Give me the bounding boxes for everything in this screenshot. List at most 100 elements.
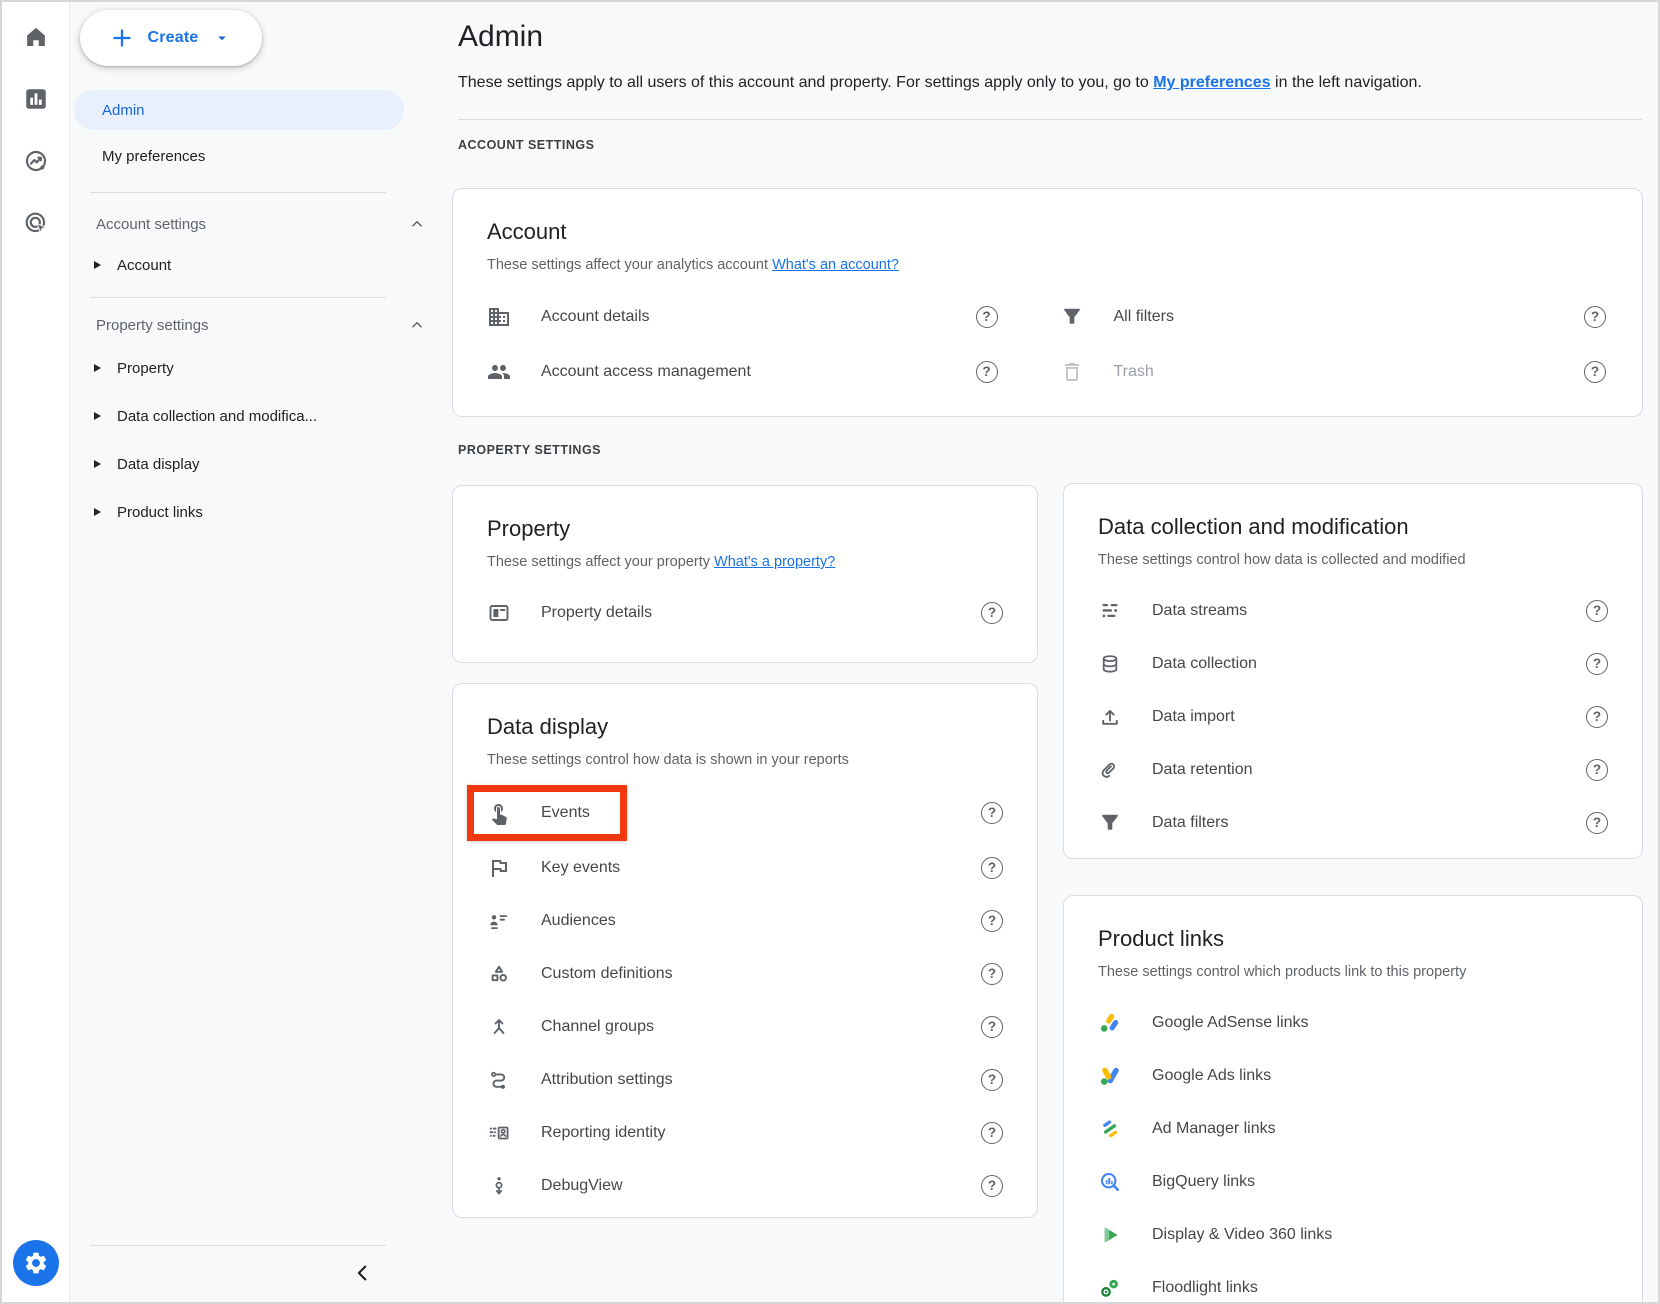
sidebar-item-data-collection[interactable]: Data collection and modifica...	[70, 392, 452, 440]
property-card-subtitle: These settings affect your property What…	[487, 554, 1003, 570]
advertising-icon[interactable]	[23, 210, 49, 236]
page-description-text: in the left navigation.	[1271, 74, 1422, 91]
events-row[interactable]: Events ?	[487, 784, 1003, 841]
bigquery-links-row[interactable]: BigQuery links	[1098, 1155, 1608, 1208]
data-collection-label: Data collection	[1152, 655, 1257, 673]
sidebar-item-my-preferences[interactable]: My preferences	[70, 136, 452, 176]
people-icon	[487, 360, 511, 384]
trash-row: Trash ?	[1060, 344, 1607, 399]
help-icon[interactable]: ?	[981, 1122, 1003, 1144]
help-icon[interactable]: ?	[981, 802, 1003, 824]
floodlight-links-row[interactable]: Floodlight links	[1098, 1261, 1608, 1304]
custom-definitions-row[interactable]: Custom definitions ?	[487, 947, 1003, 1000]
ad-manager-links-label: Ad Manager links	[1152, 1120, 1276, 1138]
help-icon[interactable]: ?	[981, 1069, 1003, 1091]
key-events-row[interactable]: Key events ?	[487, 841, 1003, 894]
product-links-card-subtitle: These settings control which products li…	[1098, 964, 1608, 980]
page-title: Admin	[458, 20, 543, 54]
chevron-down-icon	[213, 29, 231, 47]
sidebar-item-account-label: Account	[117, 257, 171, 274]
create-button[interactable]: Create	[80, 10, 262, 66]
help-icon[interactable]: ?	[1586, 653, 1608, 675]
sidebar-item-data-display[interactable]: Data display	[70, 440, 452, 488]
whats-an-account-link[interactable]: What's an account?	[772, 257, 899, 273]
help-icon[interactable]: ?	[1586, 600, 1608, 622]
audiences-row[interactable]: Audiences ?	[487, 894, 1003, 947]
debugview-row[interactable]: DebugView ?	[487, 1159, 1003, 1212]
chevron-up-icon	[408, 215, 426, 233]
audiences-label: Audiences	[541, 912, 616, 930]
page-description: These settings apply to all users of thi…	[458, 74, 1422, 92]
dv360-links-row[interactable]: Display & Video 360 links	[1098, 1208, 1608, 1261]
sidebar-item-account[interactable]: Account	[70, 243, 452, 287]
bigquery-icon	[1098, 1170, 1122, 1194]
shapes-icon	[487, 962, 511, 986]
account-details-row[interactable]: Account details ?	[487, 289, 998, 344]
left-rail	[2, 2, 70, 1302]
account-access-label: Account access management	[541, 363, 751, 381]
home-icon[interactable]	[23, 24, 49, 50]
admin-settings-gear-icon[interactable]	[13, 1240, 59, 1286]
ad-manager-icon	[1098, 1117, 1122, 1141]
explore-icon[interactable]	[23, 148, 49, 174]
building-icon	[487, 305, 511, 329]
data-filters-row[interactable]: Data filters ?	[1098, 796, 1608, 849]
page-description-text: These settings apply to all users of thi…	[458, 74, 1153, 91]
help-icon[interactable]: ?	[981, 1016, 1003, 1038]
attribution-settings-row[interactable]: Attribution settings ?	[487, 1053, 1003, 1106]
help-icon[interactable]: ?	[1584, 306, 1606, 328]
all-filters-row[interactable]: All filters ?	[1060, 289, 1607, 344]
help-icon[interactable]: ?	[1584, 361, 1606, 383]
data-import-row[interactable]: Data import ?	[1098, 690, 1608, 743]
data-collection-row[interactable]: Data collection ?	[1098, 637, 1608, 690]
bar-chart-icon[interactable]	[23, 86, 49, 112]
dv360-links-label: Display & Video 360 links	[1152, 1226, 1332, 1244]
events-label: Events	[541, 804, 590, 822]
sidebar-section-property-settings-label: Property settings	[96, 317, 209, 334]
help-icon[interactable]: ?	[981, 1175, 1003, 1197]
google-ads-icon	[1098, 1064, 1122, 1088]
data-collection-card-title: Data collection and modification	[1098, 514, 1608, 540]
data-streams-icon	[1098, 599, 1122, 623]
channel-groups-row[interactable]: Channel groups ?	[487, 1000, 1003, 1053]
audience-person-icon	[487, 909, 511, 933]
data-streams-row[interactable]: Data streams ?	[1098, 584, 1608, 637]
expand-triangle-icon	[94, 508, 101, 516]
whats-a-property-link[interactable]: What's a property?	[714, 554, 835, 570]
help-icon[interactable]: ?	[981, 857, 1003, 879]
help-icon[interactable]: ?	[976, 361, 998, 383]
data-display-card-subtitle: These settings control how data is shown…	[487, 752, 1003, 768]
product-links-card: Product links These settings control whi…	[1063, 895, 1643, 1304]
help-icon[interactable]: ?	[981, 963, 1003, 985]
help-icon[interactable]: ?	[981, 602, 1003, 624]
property-details-row[interactable]: Property details ?	[487, 586, 1003, 639]
sidebar-section-property-settings[interactable]: Property settings	[70, 306, 452, 344]
data-retention-row[interactable]: Data retention ?	[1098, 743, 1608, 796]
sidebar-divider	[90, 1245, 386, 1246]
data-filters-label: Data filters	[1152, 814, 1228, 832]
property-card-subtitle-text: These settings affect your property	[487, 554, 710, 570]
admin-sidebar: Create Admin My preferences Account sett…	[70, 2, 452, 1302]
data-retention-label: Data retention	[1152, 761, 1253, 779]
help-icon[interactable]: ?	[981, 910, 1003, 932]
collapse-sidebar-chevron-icon[interactable]	[346, 1256, 380, 1290]
adsense-links-label: Google AdSense links	[1152, 1014, 1309, 1032]
help-icon[interactable]: ?	[1586, 706, 1608, 728]
help-icon[interactable]: ?	[1586, 812, 1608, 834]
ad-manager-links-row[interactable]: Ad Manager links	[1098, 1102, 1608, 1155]
reporting-identity-row[interactable]: Reporting identity ?	[487, 1106, 1003, 1159]
plus-icon	[111, 27, 133, 49]
sidebar-section-account-settings[interactable]: Account settings	[70, 205, 452, 243]
help-icon[interactable]: ?	[976, 306, 998, 328]
data-collection-card: Data collection and modification These s…	[1063, 483, 1643, 859]
google-ads-links-row[interactable]: Google Ads links	[1098, 1049, 1608, 1102]
sidebar-item-property[interactable]: Property	[70, 344, 452, 392]
sidebar-divider	[90, 297, 386, 298]
channel-groups-label: Channel groups	[541, 1018, 654, 1036]
sidebar-item-product-links[interactable]: Product links	[70, 488, 452, 536]
my-preferences-link[interactable]: My preferences	[1153, 74, 1270, 91]
adsense-links-row[interactable]: Google AdSense links	[1098, 996, 1608, 1049]
help-icon[interactable]: ?	[1586, 759, 1608, 781]
sidebar-item-admin[interactable]: Admin	[74, 90, 404, 130]
account-access-row[interactable]: Account access management ?	[487, 344, 998, 399]
